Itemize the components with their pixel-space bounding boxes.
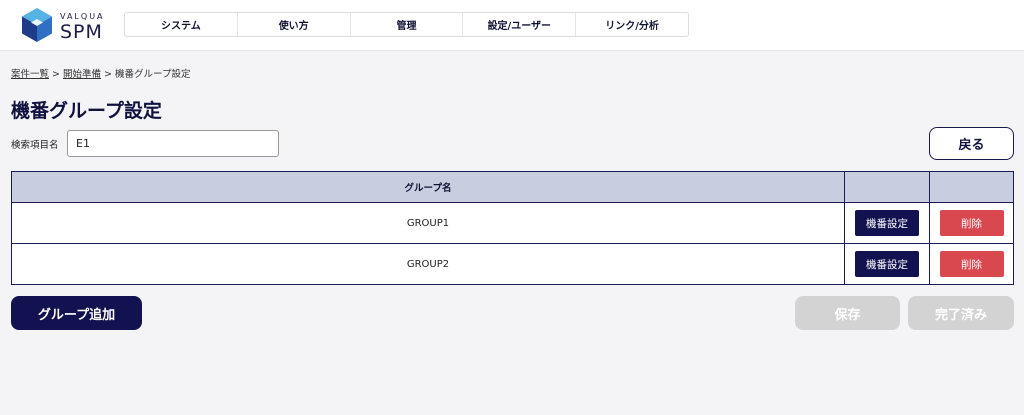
group-name-cell: GROUP1 (406, 217, 450, 229)
search-input[interactable] (67, 130, 279, 157)
brand-small-text: VALQUA (60, 12, 105, 21)
header-group-name: グループ名 (404, 183, 452, 194)
table-header-row: グループ名 (12, 172, 1013, 202)
setting-cell: 機番設定 (844, 203, 929, 243)
nav-item-howto[interactable]: 使い方 (238, 13, 351, 36)
done-button[interactable]: 完了済み (908, 296, 1014, 330)
nav-item-links-analysis[interactable]: リンク/分析 (576, 13, 688, 36)
nav-item-system[interactable]: システム (125, 13, 238, 36)
breadcrumb-current: 機番グループ設定 (115, 69, 191, 80)
header-action-delete (929, 172, 1013, 202)
app-header: VALQUA SPM システム 使い方 管理 設定/ユーザー リンク/分析 (0, 0, 1024, 51)
page-title: 機番グループ設定 (11, 100, 162, 122)
table-row: GROUP2 機番設定 削除 (12, 243, 1013, 284)
main-nav: システム 使い方 管理 設定/ユーザー リンク/分析 (124, 12, 689, 37)
group-name-cell: GROUP2 (406, 258, 450, 270)
nav-item-admin[interactable]: 管理 (351, 13, 464, 36)
table-row: GROUP1 機番設定 削除 (12, 202, 1013, 243)
valqua-spm-logo[interactable]: VALQUA SPM (20, 7, 112, 43)
group-table: グループ名 GROUP1 機番設定 削除 GROUP2 機番設定 削除 (11, 171, 1014, 285)
delete-button[interactable]: 削除 (939, 251, 1004, 277)
breadcrumb-link-project-list[interactable]: 案件一覧 (11, 69, 49, 80)
breadcrumb: 案件一覧 > 開始準備 > 機番グループ設定 (11, 66, 190, 80)
cube-logo-icon (22, 8, 52, 42)
back-button[interactable]: 戻る (929, 127, 1014, 160)
header-action-setting (844, 172, 929, 202)
setting-cell: 機番設定 (844, 244, 929, 284)
delete-cell: 削除 (929, 244, 1013, 284)
search-label: 検索項目名 (11, 140, 59, 151)
delete-cell: 削除 (929, 203, 1013, 243)
delete-button[interactable]: 削除 (939, 210, 1004, 236)
brand-big-text: SPM (60, 21, 103, 43)
breadcrumb-separator: > (101, 69, 116, 80)
breadcrumb-separator: > (49, 69, 64, 80)
save-button[interactable]: 保存 (795, 296, 900, 330)
add-group-button[interactable]: グループ追加 (11, 296, 142, 330)
nav-item-settings-users[interactable]: 設定/ユーザー (463, 13, 577, 36)
machine-setting-button[interactable]: 機番設定 (855, 210, 919, 236)
breadcrumb-link-start-prep[interactable]: 開始準備 (63, 69, 101, 80)
machine-setting-button[interactable]: 機番設定 (855, 251, 919, 277)
